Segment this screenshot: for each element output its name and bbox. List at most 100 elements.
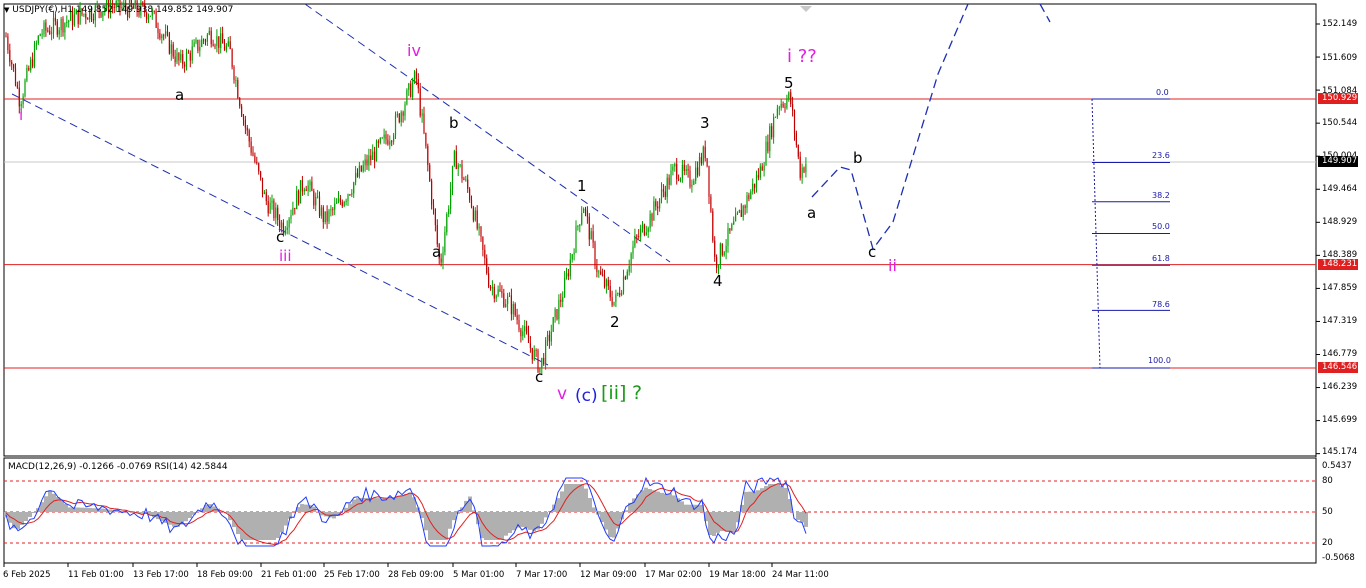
candle-body xyxy=(681,164,683,179)
candle-body xyxy=(336,202,338,204)
candle-body xyxy=(731,224,733,231)
candle-body xyxy=(423,113,425,133)
candle-body xyxy=(792,104,794,111)
candle-body xyxy=(216,36,218,46)
candle-body xyxy=(275,207,277,218)
candle-body xyxy=(615,294,617,302)
macd-histogram-bar xyxy=(452,512,456,521)
x-tick-label: 18 Feb 09:00 xyxy=(197,570,253,580)
candle-body xyxy=(793,110,796,134)
candle-body xyxy=(263,192,265,195)
candle-body xyxy=(26,67,28,81)
macd-histogram-bar xyxy=(604,512,608,530)
candle-body xyxy=(199,46,201,51)
candle-body xyxy=(408,83,410,90)
candle-body xyxy=(117,0,119,1)
candle-body xyxy=(451,165,454,190)
candle-body xyxy=(617,292,619,295)
candle-body xyxy=(343,201,345,207)
macd-histogram-bar xyxy=(540,512,544,524)
candle-body xyxy=(197,39,199,51)
candle-body xyxy=(299,180,302,204)
candle-body xyxy=(754,183,756,188)
candle-body xyxy=(218,36,220,48)
candle-body xyxy=(508,295,511,297)
candle-body xyxy=(54,17,56,22)
candle-body xyxy=(522,331,524,337)
macd-histogram-bar xyxy=(776,484,780,512)
wave-label-iii: iii xyxy=(279,247,292,265)
candle-body xyxy=(767,141,769,152)
candle-body xyxy=(372,151,374,161)
candle-body xyxy=(442,252,444,263)
candle-body xyxy=(607,279,609,287)
candle-body xyxy=(203,39,205,41)
candle-body xyxy=(535,349,537,351)
candle-body xyxy=(391,141,393,143)
x-tick-label: 19 Mar 18:00 xyxy=(709,570,766,580)
candle-body xyxy=(303,189,305,192)
candle-body xyxy=(324,211,326,222)
candle-body xyxy=(284,229,286,234)
candle-body xyxy=(769,126,771,152)
candle-body xyxy=(638,236,640,237)
candle-body xyxy=(288,218,290,228)
candle-body xyxy=(531,347,533,360)
candle-body xyxy=(246,127,248,131)
candle-body xyxy=(558,299,560,320)
candle-body xyxy=(602,274,604,276)
candle-body xyxy=(609,286,611,298)
candle-body xyxy=(313,191,315,206)
macd-histogram-bar xyxy=(140,512,144,514)
candle-body xyxy=(413,71,416,83)
macd-histogram-bar xyxy=(428,512,432,540)
candle-body xyxy=(326,211,328,222)
candle-body xyxy=(339,198,341,203)
candle-body xyxy=(480,226,482,237)
macd-histogram-bar xyxy=(424,512,428,531)
candle-body xyxy=(571,254,573,260)
candle-body xyxy=(436,225,438,245)
candle-body xyxy=(520,329,522,337)
candle-body xyxy=(482,236,484,250)
wave-label-3: 3 xyxy=(700,114,710,132)
candle-body xyxy=(191,46,193,61)
y-tick-label: 148.929 xyxy=(1322,217,1358,227)
price-label-current: 149.907 xyxy=(1318,156,1358,167)
candle-body xyxy=(379,137,381,143)
candle-body xyxy=(668,177,670,185)
candle-body xyxy=(590,231,592,240)
macd-histogram-bar xyxy=(732,512,736,531)
indicator-y-tick: 80 xyxy=(1322,476,1333,486)
candle-body xyxy=(697,167,699,176)
candle-body xyxy=(461,164,463,179)
candle-body xyxy=(225,45,227,51)
candle-body xyxy=(662,189,664,192)
candle-body xyxy=(716,256,718,268)
macd-histogram-bar xyxy=(688,504,692,512)
macd-histogram-bar xyxy=(784,487,788,512)
candle-body xyxy=(389,141,391,145)
candle-body xyxy=(377,141,379,143)
macd-histogram-bar xyxy=(728,512,732,531)
candle-body xyxy=(185,52,188,67)
wave-label-i-question: i ?? xyxy=(787,46,817,67)
candle-body xyxy=(87,18,89,20)
candle-body xyxy=(632,246,634,254)
candle-body xyxy=(626,271,628,280)
candle-body xyxy=(771,126,773,138)
candle-body xyxy=(628,265,630,272)
candle-body xyxy=(721,243,723,256)
candle-body xyxy=(237,80,239,99)
candle-body xyxy=(5,36,7,38)
candle-body xyxy=(774,116,777,118)
macd-histogram-bar xyxy=(512,512,516,531)
candle-body xyxy=(765,141,767,166)
candle-body xyxy=(725,245,727,253)
candle-body xyxy=(214,45,216,47)
candle-body xyxy=(527,332,530,343)
y-tick-label: 151.609 xyxy=(1322,53,1358,63)
price-label-top-line: 150.929 xyxy=(1318,93,1358,104)
candle-body xyxy=(142,2,144,5)
macd-histogram-bar xyxy=(404,493,408,512)
